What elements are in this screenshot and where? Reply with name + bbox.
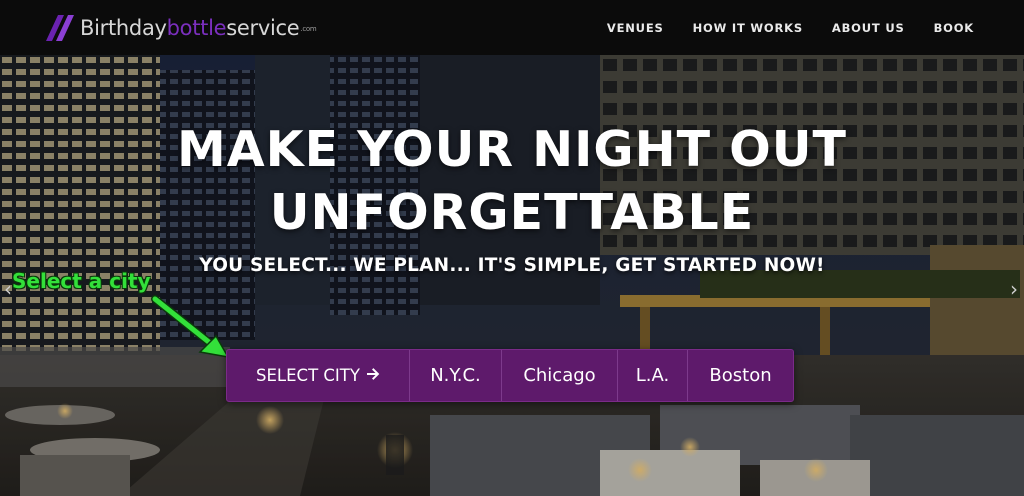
logo-text-service: service bbox=[226, 16, 300, 40]
select-city-button[interactable]: SELECT CITY bbox=[227, 350, 409, 401]
city-selector-bar: SELECT CITY N.Y.C. Chicago L.A. Boston bbox=[226, 349, 794, 402]
select-city-label: SELECT CITY bbox=[256, 366, 360, 385]
city-button-boston[interactable]: Boston bbox=[687, 350, 793, 401]
logo-text-bottle: bottle bbox=[166, 16, 227, 40]
logo-text-birthday: Birthday bbox=[80, 16, 167, 40]
pointer-arrow-icon bbox=[151, 295, 230, 359]
chevron-right-icon[interactable]: › bbox=[1010, 277, 1018, 301]
arrow-right-icon bbox=[366, 366, 380, 385]
nav-how-it-works[interactable]: HOW IT WORKS bbox=[693, 21, 803, 35]
logo-mark-icon bbox=[44, 13, 78, 43]
city-button-la[interactable]: L.A. bbox=[617, 350, 687, 401]
nav-venues[interactable]: VENUES bbox=[607, 21, 664, 35]
hero-slider: MAKE YOUR NIGHT OUT UNFORGETTABLE YOU SE… bbox=[0, 55, 1024, 496]
logo-text-tld: .com bbox=[300, 25, 317, 33]
site-header: Birthdaybottleservice.com VENUES HOW IT … bbox=[0, 0, 1024, 55]
city-button-nyc[interactable]: N.Y.C. bbox=[409, 350, 501, 401]
site-logo[interactable]: Birthdaybottleservice.com bbox=[44, 13, 317, 43]
chevron-left-icon[interactable]: ‹ bbox=[4, 277, 12, 301]
nav-book[interactable]: BOOK bbox=[934, 21, 974, 35]
nav-about-us[interactable]: ABOUT US bbox=[832, 21, 905, 35]
city-button-chicago[interactable]: Chicago bbox=[501, 350, 617, 401]
main-nav: VENUES HOW IT WORKS ABOUT US BOOK bbox=[578, 0, 974, 55]
